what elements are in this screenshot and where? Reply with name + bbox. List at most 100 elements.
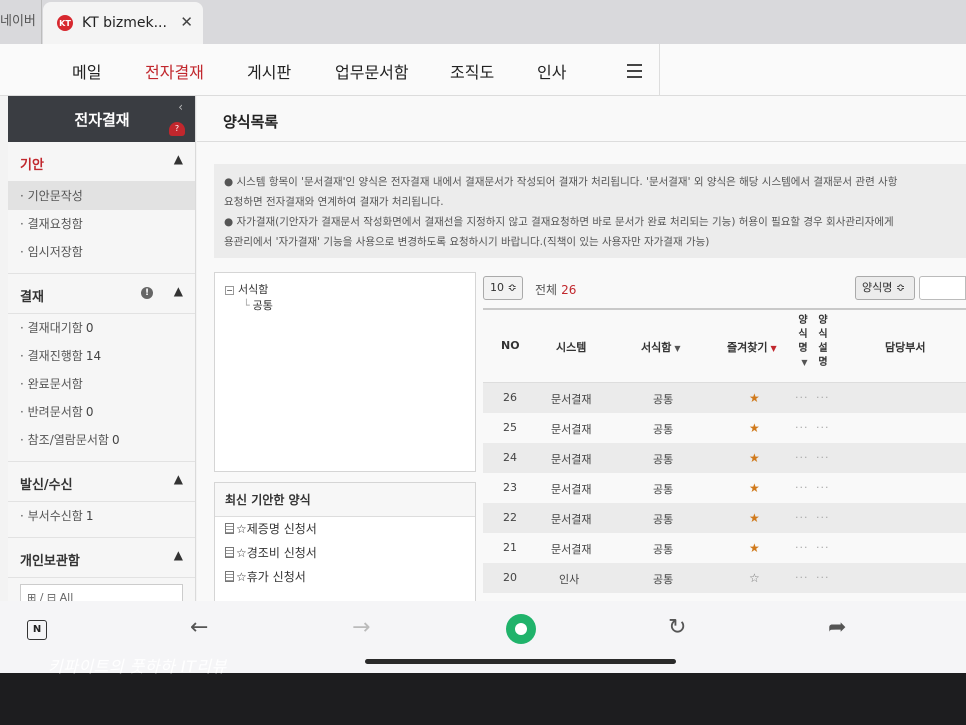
app-page: 메일 전자결재 게시판 업무문서함 조직도 인사 전자결재 ‹ ? 기안 ▲ ·… [0,44,966,601]
section-send-receive[interactable]: 발신/수신 ▲ [8,462,195,502]
chevron-up-icon[interactable]: ▲ [174,152,183,166]
sidebar-item-in-progress[interactable]: · 결재진행함 14 [8,342,195,370]
star-filled-icon[interactable]: ★ [749,451,760,465]
sidebar-item-request-box[interactable]: · 결재요청함 [8,210,195,238]
form-table: NO 시스템 서식함 ▼ 즐겨찾기 ▼ 양식명 ▼ 양식설명 담당부서 26 문서결재… [483,308,966,593]
table-row[interactable]: 23 문서결재 공통 ★ ··· ··· [483,473,966,503]
star-filled-icon[interactable]: ★ [749,421,760,435]
tab-kt-bizmek[interactable]: KT KT bizmek... ✕ [43,2,203,44]
nav-board[interactable]: 게시판 [247,59,291,83]
headset-icon[interactable]: ? [169,122,185,136]
close-icon[interactable]: ✕ [180,13,193,31]
reload-icon[interactable]: ↻ [668,615,686,640]
nav-org-chart[interactable]: 조직도 [450,59,494,83]
sidebar: 전자결재 ‹ ? 기안 ▲ · 기안문작성 · 결재요청함 · 임시저장함 결재… [8,96,196,601]
section-approval[interactable]: 결재 ! ▲ [8,274,195,314]
recent-forms-title: 최신 기안한 양식 [215,483,475,517]
total-count: 전체 26 [535,283,577,297]
notice-box: ● 시스템 항목이 '문서결재'인 양식은 전자결재 내에서 결재문서가 작성되… [214,164,966,258]
chevron-up-icon[interactable]: ▲ [174,284,183,298]
sidebar-item-dept-inbox[interactable]: · 부서수신함 1 [8,502,195,530]
star-filled-icon[interactable]: ★ [749,541,760,555]
nav-hr[interactable]: 인사 [537,59,566,83]
recent-form-item[interactable]: ☆제증명 신청서 [215,517,475,541]
recent-form-item[interactable]: ☆경조비 신청서 [215,541,475,565]
divider [8,454,195,462]
table-row[interactable]: 25 문서결재 공통 ★ ··· ··· [483,413,966,443]
table-row[interactable]: 21 문서결재 공통 ★ ··· ··· [483,533,966,563]
list-toolbar: 10 ≎ 전체 26 양식명 ≎ [483,274,966,304]
notice-line: ● 자가결재(기안자가 결재문서 작성화면에서 결재선을 지정하지 않고 결재요… [224,216,894,228]
note-icon[interactable]: N [27,620,47,640]
notice-line: 용관리에서 '자가결재' 기능을 사용으로 변경하도록 요청하시기 바랍니다.(… [224,236,710,248]
browser-tab-strip: 네이버 KT KT bizmek... ✕ [0,0,966,44]
section-title: 기안 [20,158,44,173]
star-filled-icon[interactable]: ★ [749,511,760,525]
back-icon[interactable]: ← [190,615,208,640]
notice-line: ● 시스템 항목이 '문서결재'인 양식은 전자결재 내에서 결재문서가 작성되… [224,176,898,188]
sort-down-icon: ▼ [674,344,681,353]
sidebar-header: 전자결재 ‹ ? [8,96,195,142]
forward-icon[interactable]: → [352,615,370,640]
gesture-handle[interactable] [365,659,676,664]
divider [8,266,195,274]
star-filled-icon[interactable]: ★ [749,391,760,405]
chevron-up-icon[interactable]: ▲ [174,548,183,562]
sidebar-item-pending[interactable]: · 결재대기함 0 [8,314,195,342]
section-personal-storage[interactable]: 개인보관함 ▲ [8,538,195,578]
table-row[interactable]: 26 문서결재 공통 ★ ··· ··· [483,383,966,413]
star-filled-icon[interactable]: ★ [749,481,760,495]
sidebar-item-completed[interactable]: · 완료문서함 [8,370,195,398]
search-field-select[interactable]: 양식명 ≎ [855,276,915,300]
tree-root[interactable]: − 서식함 [225,281,268,297]
document-icon [225,523,234,534]
search-input[interactable] [919,276,966,300]
section-title: 발신/수신 [20,478,73,493]
table-row[interactable]: 20 인사 공통 ☆ ··· ··· [483,563,966,593]
col-no[interactable]: NO [501,339,520,352]
table-row[interactable]: 24 문서결재 공통 ★ ··· ··· [483,443,966,473]
section-title: 개인보관함 [20,554,80,569]
chevron-left-icon[interactable]: ‹ [178,100,183,114]
sidebar-item-reference[interactable]: · 참조/열람문서함 0 [8,426,195,454]
section-draft[interactable]: 기안 ▲ [8,142,195,182]
sidebar-item-temp-save[interactable]: · 임시저장함 [8,238,195,266]
recent-form-item[interactable]: ☆휴가 신청서 [215,565,475,589]
storage-tree-toggle[interactable]: ⊞ / ⊟ All [20,584,183,601]
document-icon [225,571,234,582]
nav-approval[interactable]: 전자결재 [145,59,204,83]
notice-line: 요청하면 전자결재와 연계하여 결재가 처리됩니다. [224,196,444,208]
star-outline-icon[interactable]: ☆ [749,571,760,585]
sidebar-item-returned[interactable]: · 반려문서함 0 [8,398,195,426]
sort-down-icon: ▼ [770,344,777,353]
collapse-icon[interactable]: − [225,286,234,295]
divider [8,530,195,538]
home-icon[interactable] [506,614,536,644]
sort-down-icon: ▼ [801,358,808,367]
tree-node-common[interactable]: └ 공통 [243,297,273,313]
col-dept[interactable]: 담당부서 [885,339,925,355]
share-icon[interactable]: ➦ [828,615,846,640]
col-form-name[interactable]: 양식명 ▼ [797,314,809,370]
page-size-select[interactable]: 10 ≎ [483,276,523,300]
nav-divider [659,44,660,96]
col-favorite[interactable]: 즐겨찾기 ▼ [727,339,777,355]
nav-docs[interactable]: 업무문서함 [335,59,409,83]
tab-naver[interactable]: 네이버 [0,0,42,44]
kt-icon: KT [57,15,73,31]
top-navigation: 메일 전자결재 게시판 업무문서함 조직도 인사 [0,44,966,96]
main-header: 양식목록 [197,96,966,142]
table-header: NO 시스템 서식함 ▼ 즐겨찾기 ▼ 양식명 ▼ 양식설명 담당부서 [483,308,966,383]
sidebar-item-draft-write[interactable]: · 기안문작성 [8,182,195,210]
table-row[interactable]: 22 문서결재 공통 ★ ··· ··· [483,503,966,533]
hamburger-icon[interactable] [627,64,642,82]
col-form-desc[interactable]: 양식설명 [817,314,829,370]
page-title: 양식목록 [223,113,279,131]
tab-title: KT bizmek... [82,15,167,31]
folder-tree: − 서식함 └ 공통 [214,272,476,472]
col-system[interactable]: 시스템 [556,339,586,355]
chevron-up-icon[interactable]: ▲ [174,472,183,486]
nav-mail[interactable]: 메일 [72,59,101,83]
col-folder[interactable]: 서식함 ▼ [641,339,681,355]
watermark-caption: 키파이트의 풋하하 IT리뷰 [48,657,227,676]
